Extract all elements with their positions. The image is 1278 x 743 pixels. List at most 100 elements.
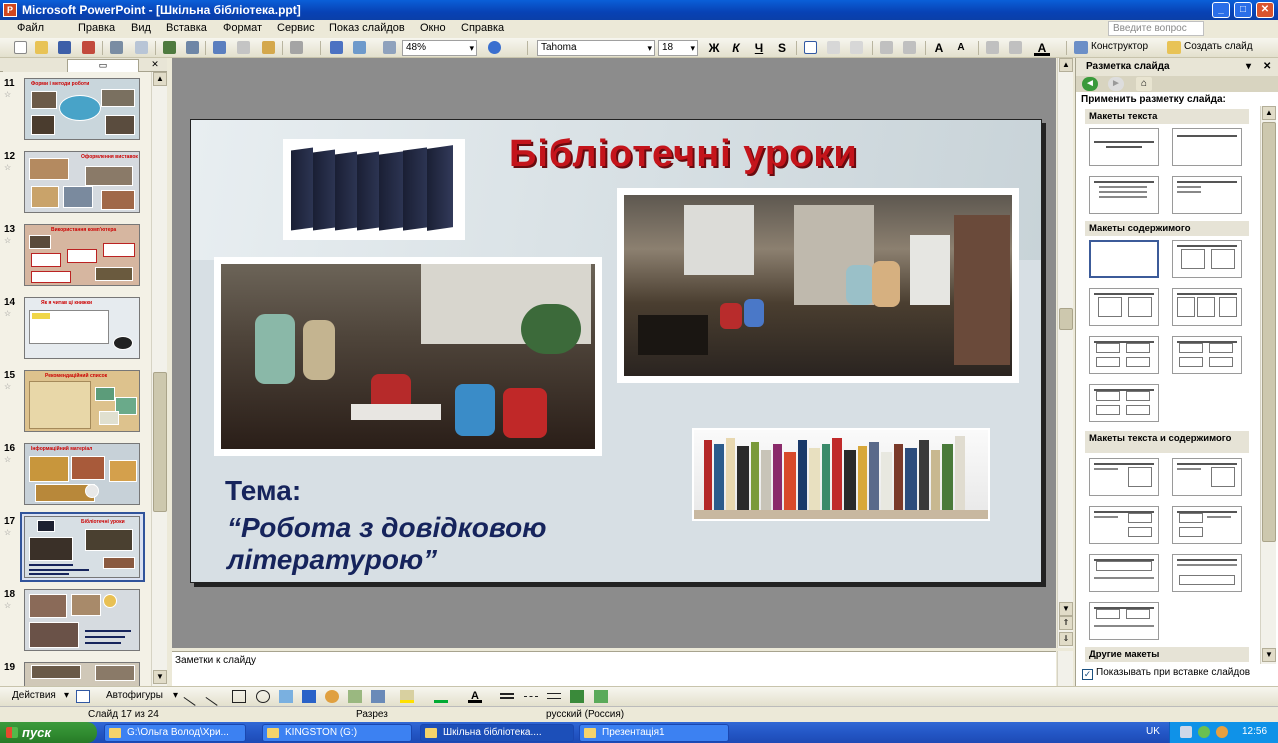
font-color-icon[interactable]: A [1034, 40, 1050, 56]
slide-thumbnail[interactable] [24, 662, 140, 686]
insert-table-icon[interactable] [353, 41, 366, 54]
books-shelf-photo[interactable] [692, 428, 990, 521]
prev-slide-icon[interactable]: ⇑ [1059, 616, 1073, 630]
powerpoint-icon[interactable]: P [3, 3, 17, 17]
fill-color-icon[interactable] [400, 690, 414, 703]
layout-text-content-1[interactable] [1089, 458, 1159, 496]
scroll-up-arrow[interactable]: ▲ [1059, 58, 1073, 72]
layout-text-content-2[interactable] [1172, 458, 1242, 496]
start-button[interactable]: пуск [0, 722, 97, 743]
forward-icon[interactable]: ► [1108, 77, 1124, 91]
slide-thumbnail[interactable]: Інформаційний матеріал [24, 443, 140, 505]
new-slide-icon[interactable] [1167, 41, 1181, 54]
zoom-select[interactable]: 48% [402, 40, 477, 56]
minimize-button[interactable]: _ [1212, 2, 1230, 18]
diagram-icon[interactable] [325, 690, 339, 703]
align-right-icon[interactable] [850, 41, 863, 54]
slide-title[interactable]: Бібліотечні уроки [509, 133, 858, 176]
arrow-tool-icon[interactable] [205, 687, 225, 706]
actions-menu[interactable]: Действия [12, 690, 56, 701]
font-color-draw-icon[interactable]: A [468, 690, 482, 703]
font-size-select[interactable]: 18 [658, 40, 698, 56]
save-icon[interactable] [58, 41, 71, 54]
bullets-icon[interactable] [903, 41, 916, 54]
layout-title-slide[interactable] [1089, 128, 1159, 166]
rectangle-tool-icon[interactable] [232, 690, 246, 703]
layout-content-grid[interactable] [1089, 384, 1159, 422]
undo-icon[interactable] [290, 41, 303, 54]
keyboard-layout[interactable]: UK [1146, 726, 1160, 737]
help-search-input[interactable]: Введите вопрос [1108, 21, 1204, 36]
clock[interactable]: 12:56 [1242, 726, 1267, 737]
layout-title-only[interactable] [1172, 128, 1242, 166]
wordart-icon[interactable] [302, 690, 316, 703]
layout-text-content-3[interactable] [1089, 506, 1159, 544]
line-color-icon[interactable] [434, 690, 448, 703]
task-pane-menu-icon[interactable]: ▾ [1246, 58, 1251, 76]
open-folder-icon[interactable] [35, 41, 48, 54]
oval-tool-icon[interactable] [256, 690, 270, 703]
arrow-style-icon[interactable] [547, 693, 561, 699]
menu-slideshow[interactable]: Показ слайдов [329, 22, 405, 34]
layout-title-content[interactable] [1089, 288, 1159, 326]
print-preview-icon[interactable] [135, 41, 148, 54]
library-photo-left[interactable] [214, 257, 602, 456]
slide-thumbnail[interactable]: Рекомендаційний список [24, 370, 140, 432]
task-presentation1[interactable]: Презентація1 [579, 724, 729, 742]
layout-title-text[interactable] [1089, 176, 1159, 214]
permission-icon[interactable] [82, 41, 95, 54]
next-slide-icon[interactable]: ⇓ [1059, 632, 1073, 646]
bold-button[interactable]: Ж [706, 40, 722, 56]
new-document-icon[interactable] [14, 41, 27, 54]
library-photo-right[interactable] [617, 188, 1019, 383]
format-painter-icon[interactable] [262, 41, 275, 54]
menu-format[interactable]: Формат [223, 22, 262, 34]
clipart-icon[interactable] [348, 690, 362, 703]
spelling-icon[interactable] [163, 41, 176, 54]
layout-title-two-content[interactable] [1172, 288, 1242, 326]
menu-edit[interactable]: Правка [78, 22, 115, 34]
increase-indent-icon[interactable] [1009, 41, 1022, 54]
notes-area[interactable]: Заметки к слайду [172, 651, 1056, 686]
cut-icon[interactable] [213, 41, 226, 54]
font-select[interactable]: Tahoma [537, 40, 655, 56]
task-powerpoint-library[interactable]: Шкільна бібліотека.... [420, 724, 574, 742]
task-kingston-drive[interactable]: KINGSTON (G:) [262, 724, 412, 742]
designer-button[interactable]: Конструктор [1091, 41, 1148, 52]
italic-button[interactable]: К [728, 40, 744, 56]
print-icon[interactable] [110, 41, 123, 54]
menu-tools[interactable]: Сервис [277, 22, 315, 34]
task-pane-scrollbar[interactable]: ▲ ▼ [1260, 106, 1276, 664]
topic-text[interactable]: “Робота з довідковою літературою” [227, 512, 697, 576]
slide-thumb-19[interactable]: 19 [0, 662, 150, 686]
home-icon[interactable]: ⌂ [1136, 77, 1152, 91]
designer-icon[interactable] [1074, 41, 1088, 54]
menu-file[interactable]: Файл [17, 22, 44, 34]
tab-outline[interactable] [3, 59, 67, 72]
scroll-thumb[interactable] [1059, 308, 1073, 330]
3d-style-icon[interactable] [594, 690, 608, 703]
menu-window[interactable]: Окно [420, 22, 446, 34]
back-icon[interactable]: ◄ [1082, 77, 1098, 91]
grid-icon[interactable] [383, 41, 396, 54]
textbox-icon[interactable] [279, 690, 293, 703]
new-slide-button[interactable]: Создать слайд [1184, 41, 1253, 52]
maximize-button[interactable]: □ [1234, 2, 1252, 18]
layout-content-two[interactable] [1172, 336, 1242, 374]
layout-text-content-6[interactable] [1172, 554, 1242, 592]
menu-insert[interactable]: Вставка [166, 22, 207, 34]
shadow-button[interactable]: S [774, 40, 790, 56]
scroll-thumb[interactable] [153, 372, 167, 512]
slide-thumbnail[interactable]: Оформлення виставок [24, 151, 140, 213]
show-on-insert-checkbox[interactable]: ✓ Показывать при вставке слайдов [1082, 667, 1250, 680]
align-left-icon[interactable] [804, 41, 817, 54]
autoshapes-menu[interactable]: Автофигуры [106, 690, 163, 701]
underline-button[interactable]: Ч [751, 40, 767, 56]
picture-icon[interactable] [371, 690, 385, 703]
task-explorer-folder[interactable]: G:\Ольга Волод\Хри... [104, 724, 246, 742]
slide-thumbnail[interactable] [24, 589, 140, 651]
safely-remove-icon[interactable] [1180, 726, 1192, 738]
layout-two-columns[interactable] [1172, 176, 1242, 214]
layout-blank[interactable] [1089, 240, 1159, 278]
layout-text-content-7[interactable] [1089, 602, 1159, 640]
